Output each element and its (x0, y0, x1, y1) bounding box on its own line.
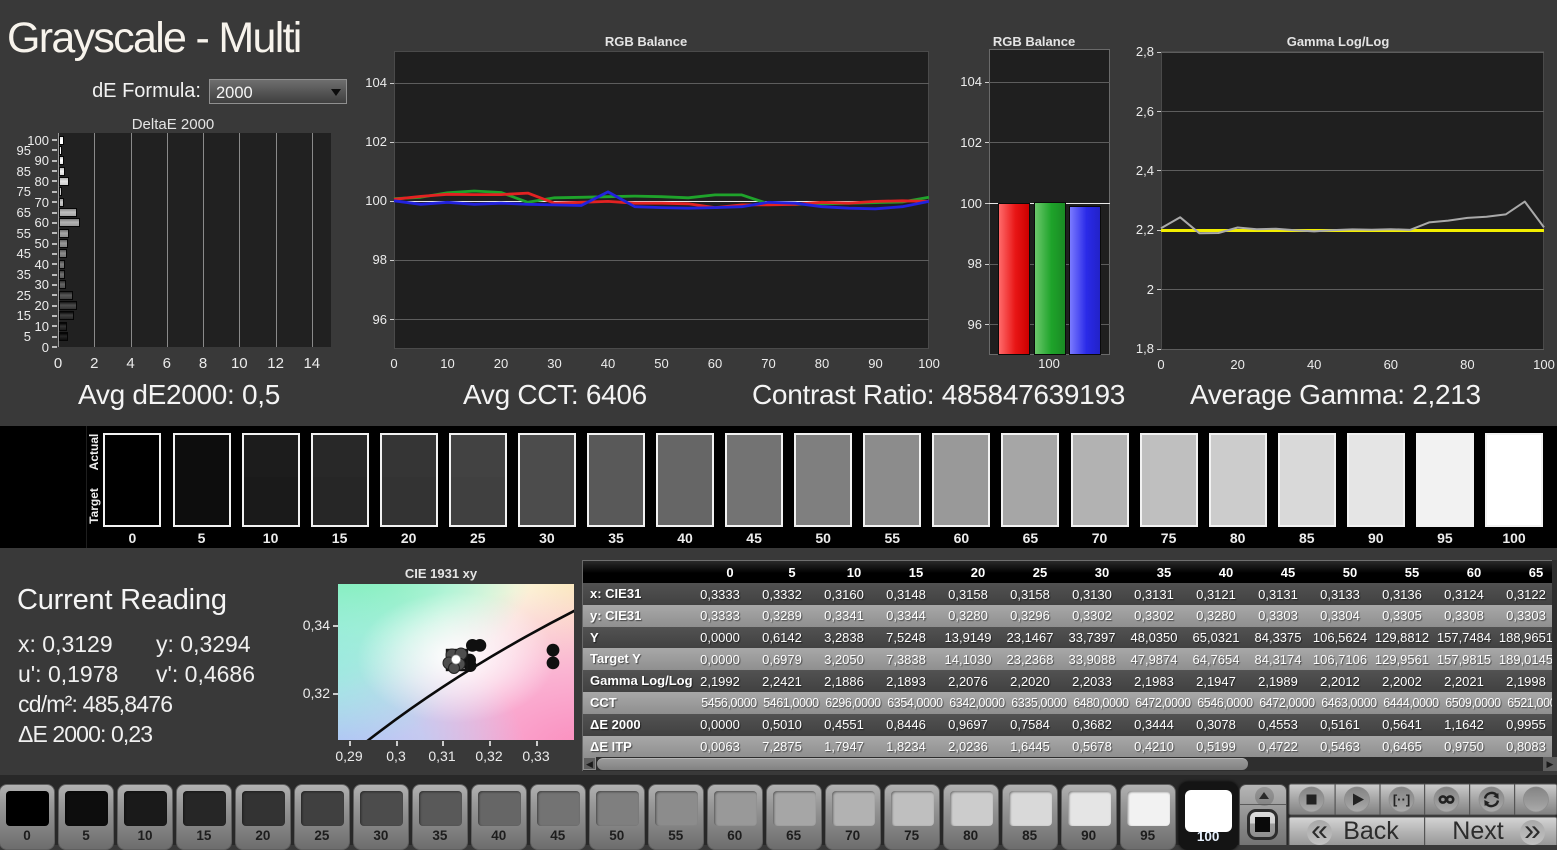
svg-text:[··]: [··] (1393, 792, 1410, 807)
